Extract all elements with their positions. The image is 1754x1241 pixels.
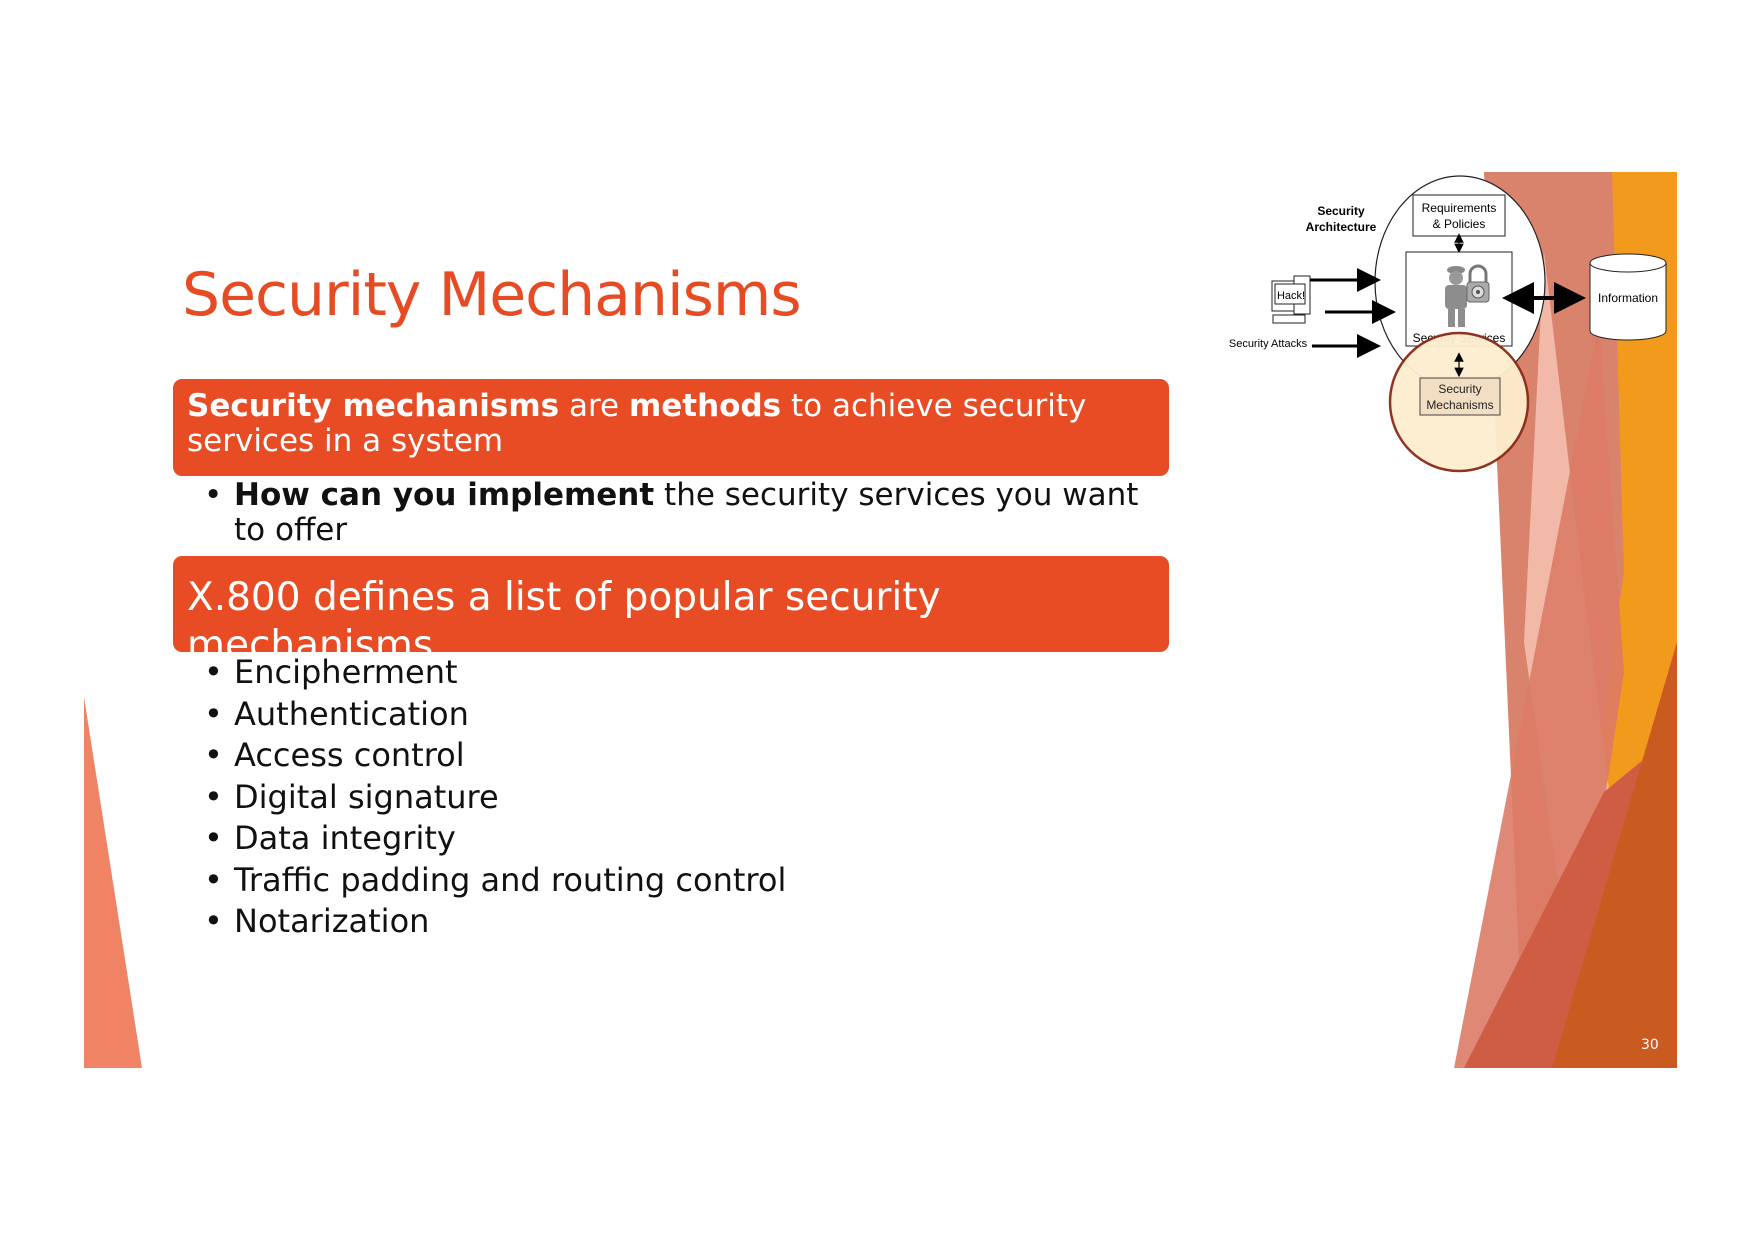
band1-bold-1: Security mechanisms <box>187 388 560 424</box>
mechanisms-label-1: Security <box>1438 382 1481 396</box>
architecture-label-1: Security <box>1317 204 1365 218</box>
security-architecture-diagram: Security Architecture Requirements & Pol… <box>1229 175 1667 473</box>
architecture-label-2: Architecture <box>1306 220 1377 234</box>
slide-title: Security Mechanisms <box>182 260 802 330</box>
sub-bullet-bold: How can you implement <box>234 477 655 513</box>
information-label: Information <box>1598 291 1658 305</box>
x800-band: X.800 defines a list of popular security… <box>173 556 1169 668</box>
list-item: Authentication <box>204 694 786 736</box>
sub-bullet: How can you implement the security servi… <box>204 478 1144 548</box>
sub-bullet-list: How can you implement the security servi… <box>204 478 1144 548</box>
list-item: Digital signature <box>204 777 786 819</box>
mechanisms-label-2: Mechanisms <box>1426 398 1493 412</box>
list-item: Notarization <box>204 901 786 943</box>
hack-label: Hack! <box>1277 290 1305 302</box>
band1-bold-2: methods <box>628 388 782 424</box>
list-item: Traffic padding and routing control <box>204 860 786 902</box>
list-item: Access control <box>204 735 786 777</box>
definition-band: Security mechanisms are methods to achie… <box>173 379 1169 476</box>
requirements-label-1: Requirements <box>1422 201 1497 215</box>
page-number: 30 <box>1641 1037 1659 1053</box>
band1-text-1: are <box>559 388 629 424</box>
requirements-label-2: & Policies <box>1433 217 1486 231</box>
list-item: Data integrity <box>204 818 786 860</box>
mechanism-list: Encipherment Authentication Access contr… <box>204 652 786 943</box>
security-attacks-label: Security Attacks <box>1229 338 1308 350</box>
list-item: Encipherment <box>204 652 786 694</box>
